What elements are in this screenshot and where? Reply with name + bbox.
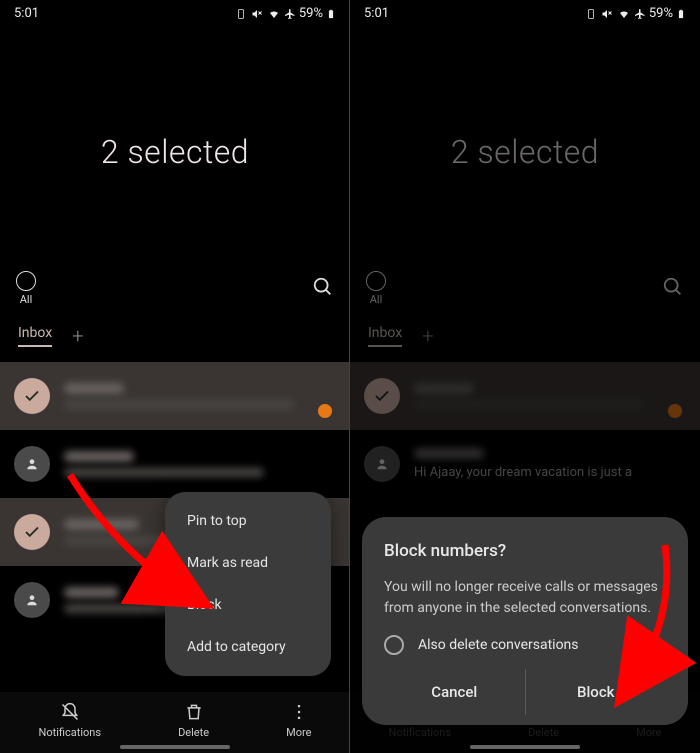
avatar-checked [14,378,50,414]
battery-saver-icon [235,8,247,20]
row-content-blurred [64,383,336,409]
volume-mute-icon [600,8,614,20]
filter-all-label: All [370,293,383,306]
conversation-row[interactable] [0,430,350,498]
menu-add-to-category[interactable]: Add to category [165,626,331,668]
person-icon [375,457,389,471]
dialog-checkbox-row[interactable]: Also delete conversations [384,635,666,655]
block-button[interactable]: Block [526,669,667,715]
menu-block[interactable]: Block [165,584,331,626]
filter-all[interactable]: All [16,271,36,306]
avatar [364,446,400,482]
radio-unchecked-icon [384,635,404,655]
nav-label: Notifications [39,726,102,739]
row-content-blurred [64,451,336,477]
unread-dot [318,404,332,418]
bottom-nav: Notifications Delete More [0,692,350,753]
menu-mark-as-read[interactable]: Mark as read [165,542,331,584]
unread-dot [668,404,682,418]
avatar [14,446,50,482]
dialog-checkbox-label: Also delete conversations [418,637,579,653]
check-icon [373,387,391,405]
gesture-bar [120,745,230,749]
filter-all-label: All [20,293,33,306]
page-title: 2 selected [350,133,700,171]
status-bar: 5:01 59% [0,0,350,23]
status-icons: 59% [235,6,336,21]
nav-label: More [286,726,311,739]
avatar-checked [14,514,50,550]
tab-inbox: Inbox [368,325,402,347]
check-icon [23,387,41,405]
avatar [14,582,50,618]
block-dialog: Block numbers? You will no longer receiv… [362,517,688,725]
status-time: 5:01 [14,6,39,21]
check-icon [23,523,41,541]
context-menu: Pin to top Mark as read Block Add to cat… [165,492,331,676]
nav-label: Delete [178,726,209,739]
person-icon [25,457,39,471]
airplane-icon [284,8,296,20]
wifi-icon [617,8,631,20]
nav-notifications[interactable]: Notifications [39,702,102,739]
page-title: 2 selected [0,133,350,171]
circle-icon [366,271,386,291]
search-icon[interactable] [312,276,334,302]
battery-saver-icon [585,8,597,20]
gesture-bar [470,745,580,749]
row-content-blurred [414,383,686,409]
status-time: 5:01 [364,6,389,21]
conversation-row[interactable] [0,362,350,430]
conversation-row [350,362,700,430]
add-tab-button: + [422,324,433,348]
circle-icon [16,271,36,291]
nav-more[interactable]: More [286,702,311,739]
conversation-row: Hi Ajaay, your dream vacation is just a [350,430,700,498]
left-screenshot: 5:01 59% 2 selected All Inbox + [0,0,350,753]
more-icon [289,702,309,722]
nav-delete[interactable]: Delete [178,702,209,739]
avatar-checked [364,378,400,414]
menu-pin-to-top[interactable]: Pin to top [165,500,331,542]
status-bar: 5:01 59% [350,0,700,23]
notifications-off-icon [60,702,80,722]
cancel-button[interactable]: Cancel [384,669,525,715]
person-icon [25,593,39,607]
add-tab-button[interactable]: + [72,324,83,348]
battery-icon [326,8,336,20]
trash-icon [184,702,204,722]
battery-pct: 59% [299,6,323,21]
status-icons: 59% [585,6,686,21]
row-preview: Hi Ajaay, your dream vacation is just a [414,465,686,480]
dialog-body: You will no longer receive calls or mess… [384,577,666,619]
battery-pct: 59% [649,6,673,21]
airplane-icon [634,8,646,20]
filter-all: All [366,271,386,306]
search-icon [662,276,684,302]
battery-icon [676,8,686,20]
dialog-title: Block numbers? [384,541,666,561]
tab-inbox[interactable]: Inbox [18,325,52,347]
volume-mute-icon [250,8,264,20]
wifi-icon [267,8,281,20]
right-screenshot: 5:01 59% 2 selected All Inbox + [350,0,700,753]
